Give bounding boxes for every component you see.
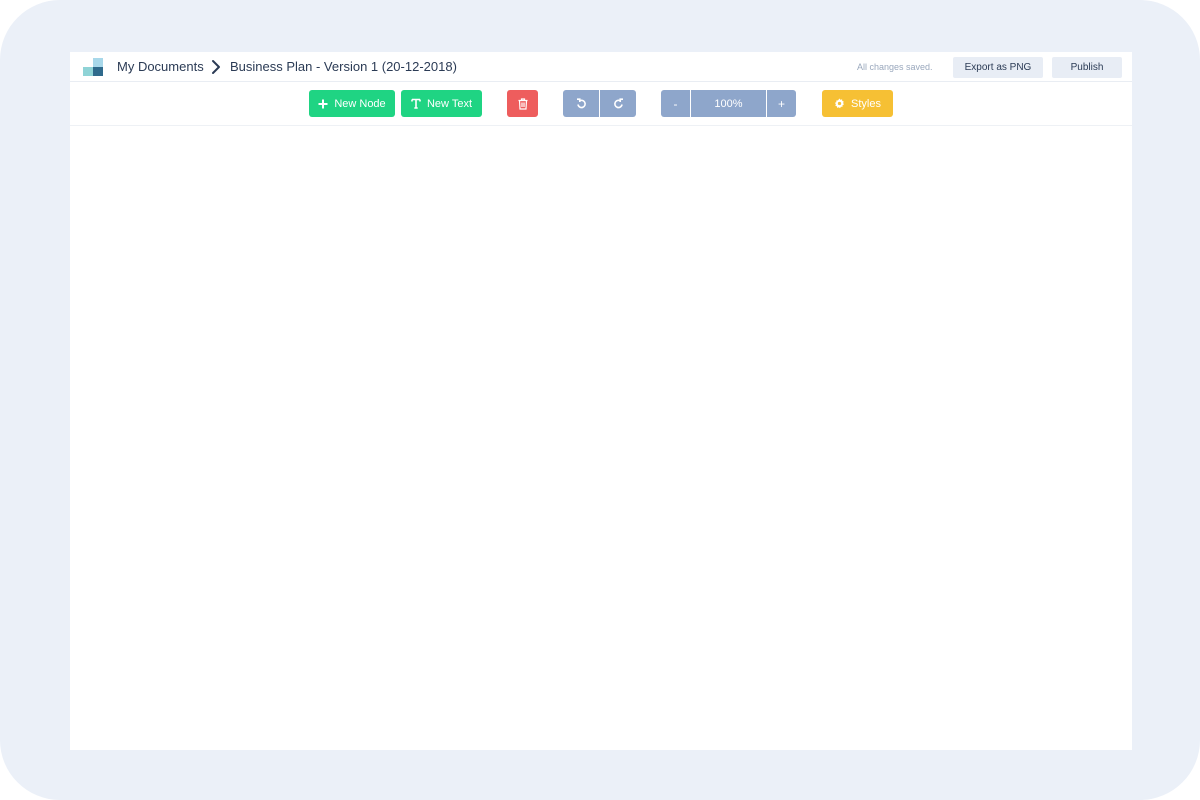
undo-button[interactable] — [563, 90, 599, 117]
diagram-canvas[interactable] — [70, 126, 1132, 750]
chevron-right-icon — [212, 60, 220, 74]
trash-icon — [518, 97, 527, 110]
top-bar: My Documents Business Plan - Version 1 (… — [70, 52, 1132, 82]
window-frame: My Documents Business Plan - Version 1 (… — [0, 0, 1200, 800]
redo-icon — [613, 98, 623, 109]
document-title: Business Plan - Version 1 (20-12-2018) — [230, 59, 457, 74]
delete-button[interactable] — [507, 90, 538, 117]
save-status: All changes saved. — [857, 62, 933, 72]
zoom-in-button[interactable]: + — [767, 90, 796, 117]
new-text-label: New Text — [426, 97, 473, 110]
plus-icon — [318, 99, 328, 108]
editor-app: My Documents Business Plan - Version 1 (… — [70, 52, 1132, 750]
redo-button[interactable] — [600, 90, 636, 117]
styles-button[interactable]: Styles — [822, 90, 893, 117]
zoom-out-button[interactable]: - — [661, 90, 690, 117]
new-node-button[interactable]: New Node — [309, 90, 395, 117]
text-icon — [411, 98, 421, 109]
undo-icon — [576, 98, 586, 109]
styles-label: Styles — [851, 97, 881, 110]
publish-button[interactable]: Publish — [1052, 57, 1122, 78]
export-png-button[interactable]: Export as PNG — [953, 57, 1043, 78]
logo-icon[interactable] — [83, 58, 103, 76]
new-text-button[interactable]: New Text — [401, 90, 482, 117]
gear-icon — [834, 98, 845, 109]
new-node-label: New Node — [334, 97, 386, 110]
zoom-level: 100% — [691, 90, 766, 117]
breadcrumb-my-documents[interactable]: My Documents — [117, 59, 204, 74]
editor-toolbar: New Node New Text - 100% + Styles — [70, 82, 1132, 126]
